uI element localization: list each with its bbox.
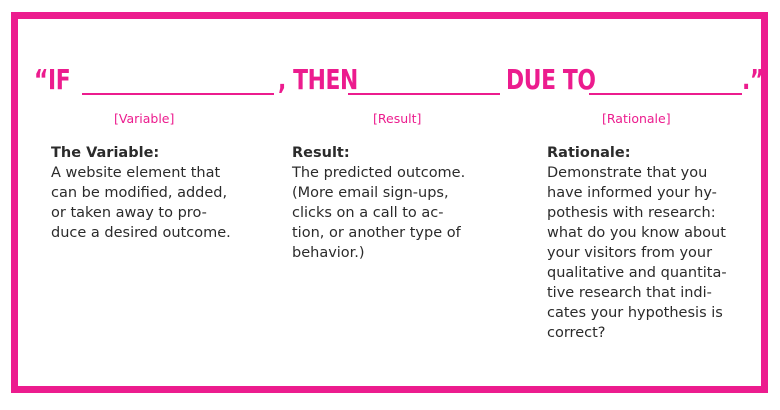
label-rationale: [Rationale] bbox=[602, 111, 671, 126]
headline-due-to: DUE TO bbox=[506, 63, 596, 96]
column-rationale-line: tive research that indi- bbox=[547, 285, 712, 301]
column-rationale-line: qualitative and quantita- bbox=[547, 265, 727, 281]
column-rationale: Rationale: Demonstrate that you have inf… bbox=[547, 143, 752, 343]
hypothesis-headline: “IF , THEN DUE TO .” bbox=[34, 63, 764, 103]
column-rationale-line: Demonstrate that you bbox=[547, 165, 708, 181]
column-result-line: tion, or another type of bbox=[292, 225, 461, 241]
column-result-line: clicks on a call to ac- bbox=[292, 205, 444, 221]
column-result-line: (More email sign-ups, bbox=[292, 185, 449, 201]
column-rationale-line: what do you know about bbox=[547, 225, 726, 241]
column-variable-line: or taken away to pro- bbox=[51, 205, 207, 221]
column-variable-line: can be modified, added, bbox=[51, 185, 228, 201]
blank-line-rationale bbox=[589, 93, 742, 95]
blank-line-result bbox=[348, 93, 500, 95]
column-rationale-line: your visitors from your bbox=[547, 245, 713, 261]
headline-if: “IF bbox=[34, 63, 71, 96]
column-result-title: Result: bbox=[292, 145, 350, 161]
column-variable-title: The Variable: bbox=[51, 145, 160, 161]
hypothesis-card: “IF , THEN DUE TO .” [Variable] [Result]… bbox=[11, 12, 768, 393]
column-rationale-line: cates your hypothesis is bbox=[547, 305, 723, 321]
column-variable-line: A website element that bbox=[51, 165, 221, 181]
column-result-line: behavior.) bbox=[292, 245, 365, 261]
column-result-line: The predicted outcome. bbox=[292, 165, 466, 181]
headline-end-quote: .” bbox=[742, 63, 764, 96]
column-variable: The Variable: A website element that can… bbox=[51, 143, 271, 243]
blank-line-variable bbox=[82, 93, 274, 95]
column-rationale-line: pothesis with research: bbox=[547, 205, 716, 221]
column-rationale-line: have informed your hy- bbox=[547, 185, 717, 201]
headline-then: , THEN bbox=[278, 63, 358, 96]
column-variable-line: duce a desired outcome. bbox=[51, 225, 231, 241]
column-rationale-title: Rationale: bbox=[547, 145, 631, 161]
column-result: Result: The predicted outcome. (More ema… bbox=[292, 143, 502, 263]
column-rationale-line: correct? bbox=[547, 325, 606, 341]
label-variable: [Variable] bbox=[114, 111, 175, 126]
label-result: [Result] bbox=[373, 111, 422, 126]
